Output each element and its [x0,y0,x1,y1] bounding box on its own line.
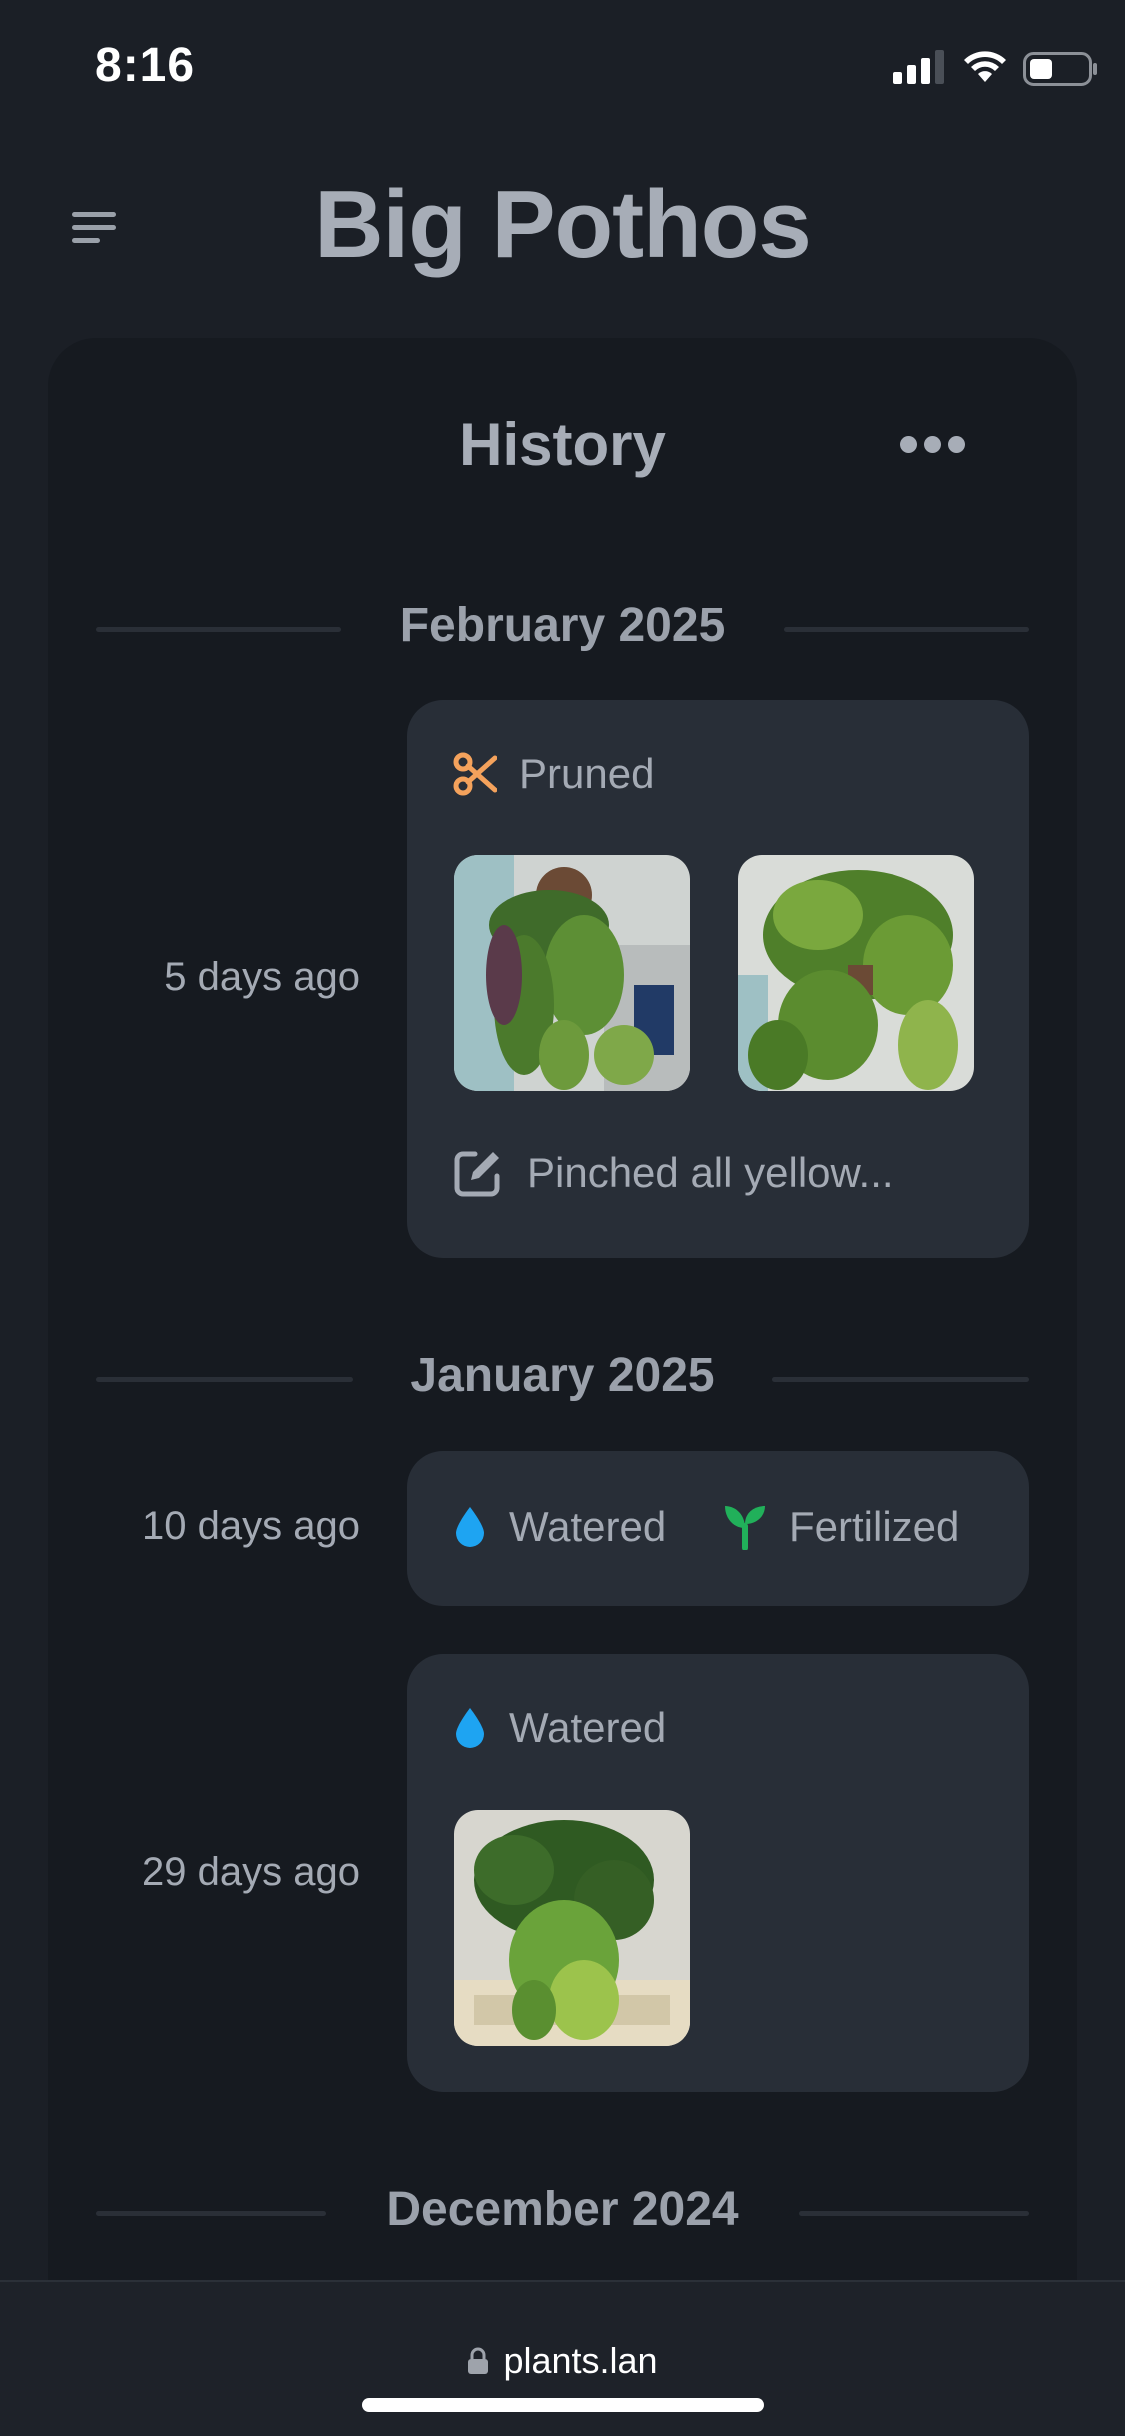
more-dot-icon [924,436,941,453]
tag-label: Watered [509,1704,667,1751]
battery-icon [1023,52,1097,86]
tag-label: Watered [509,1503,667,1550]
page-title: Big Pothos [314,171,812,278]
water-drop-icon [456,1507,484,1547]
tag-label: Pruned [519,750,655,797]
more-dot-icon [948,436,965,453]
month-label: January 2025 [410,1349,715,1402]
entry-note[interactable]: Pinched all yellow... [453,1148,894,1198]
edit-note-icon [454,1151,500,1197]
entry-date: 5 days ago [164,955,360,999]
entry-date: 10 days ago [142,1504,360,1548]
status-time: 8:16 [95,39,196,92]
sprout-icon [725,1506,765,1550]
photo-thumbnail[interactable] [454,855,690,1091]
month-divider: December 2024 [96,2182,1029,2242]
month-divider: February 2025 [96,598,1029,658]
tag-pruned: Pruned [453,750,654,798]
browser-url-bar[interactable]: plants.lan [0,2280,1125,2436]
home-indicator[interactable] [362,2398,764,2412]
month-label: December 2024 [386,2183,739,2236]
photo-thumbnail[interactable] [738,855,974,1091]
tag-label: Fertilized [789,1503,960,1550]
plant-photo-icon [738,855,974,1091]
month-label: February 2025 [399,599,726,652]
plant-photo-icon [454,1810,690,2046]
entry-date: 29 days ago [142,1850,360,1894]
url-text: plants.lan [503,2340,658,2381]
note-text: Pinched all yellow... [527,1149,894,1196]
more-dot-icon [900,436,917,453]
status-bar: 8:16 [0,0,1125,130]
cellular-signal-icon [893,50,944,84]
history-entry-card[interactable]: Pruned Pinched all yellow... [407,700,1029,1258]
more-options-button[interactable] [900,432,966,462]
tag-watered: Watered [453,1704,666,1752]
month-divider: January 2025 [96,1348,1029,1408]
scissors-icon [453,752,497,796]
wifi-icon [964,51,1006,82]
history-entry-card[interactable]: Watered [407,1654,1029,2092]
tag-watered: Watered [453,1503,666,1551]
tag-fertilized: Fertilized [723,1503,959,1551]
water-drop-icon [456,1708,484,1748]
url-display[interactable]: plants.lan [0,2340,1125,2382]
lock-icon [468,2347,489,2374]
photo-thumbnail[interactable] [454,1810,690,2046]
history-entry-card[interactable]: Watered Fertilized [407,1451,1029,1606]
plant-photo-icon [454,855,690,1091]
